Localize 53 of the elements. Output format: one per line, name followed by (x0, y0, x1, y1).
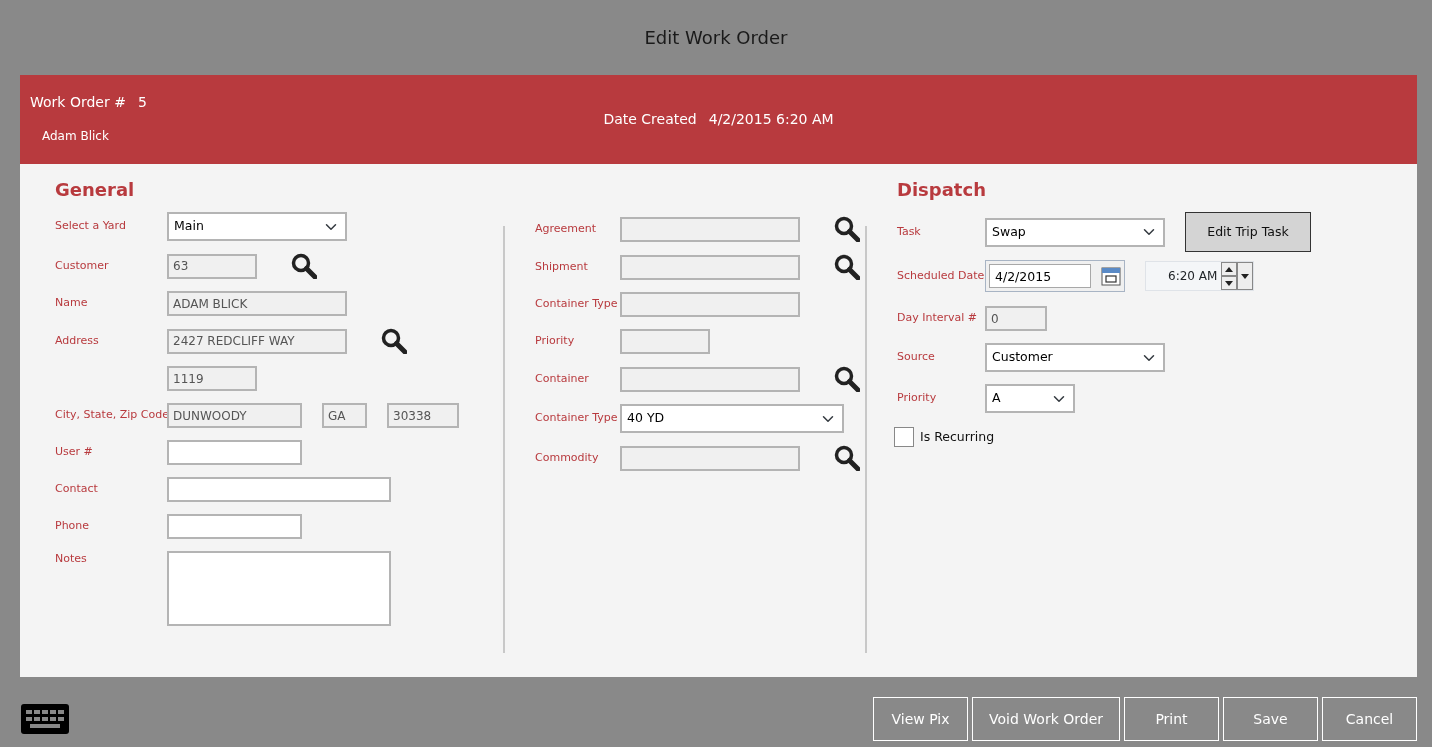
date-created-label: Date Created (603, 110, 697, 129)
footer-button[interactable]: Print (1124, 697, 1219, 741)
dropdown[interactable]: 40 YD (620, 404, 844, 433)
calendar-icon[interactable] (1101, 266, 1121, 286)
time-field[interactable]: 6:20 AM (1145, 261, 1255, 291)
field-label: Container Type (535, 410, 619, 427)
section-heading: General (55, 178, 136, 202)
dropdown[interactable]: Swap (985, 217, 1165, 247)
spin-up-button[interactable] (1221, 262, 1238, 276)
dropdown[interactable]: Customer (985, 343, 1165, 372)
field-label: Scheduled Date (897, 267, 985, 284)
notes-field[interactable] (167, 551, 391, 626)
customer-name: Adam Blick (42, 128, 110, 145)
edit-trip-task-button[interactable]: Edit Trip Task (1185, 212, 1311, 252)
dropdown-button[interactable] (1237, 262, 1254, 290)
field-label: Priority (897, 390, 938, 407)
field-label: Address (55, 332, 100, 349)
dropdown[interactable]: A (985, 384, 1075, 413)
checkbox-label: Is Recurring (920, 427, 995, 446)
field-label: Shipment (535, 258, 589, 275)
footer-button[interactable]: Save (1223, 697, 1318, 741)
field-label: Notes (55, 551, 88, 567)
field-label: Container Type (535, 296, 619, 313)
field-label: Agreement (535, 220, 598, 237)
field-label: Name (55, 295, 89, 312)
input-field[interactable] (167, 440, 302, 465)
spin-down-button[interactable] (1221, 276, 1238, 290)
input-field[interactable] (167, 514, 302, 539)
footer-button[interactable]: Cancel (1322, 697, 1417, 741)
input-field[interactable] (167, 477, 391, 502)
date-created-value: 4/2/2015 6:20 AM (708, 110, 834, 129)
footer-button[interactable]: Void Work Order (972, 697, 1120, 741)
field-label: Priority (535, 333, 576, 350)
field-label: User # (55, 444, 94, 461)
field-label: Container (535, 370, 590, 387)
field-label: City, State, Zip Code (55, 407, 167, 424)
dialog-title: Edit Work Order (643, 26, 789, 50)
dropdown[interactable]: Main (167, 212, 347, 241)
field-label: Select a Yard (55, 218, 127, 235)
date-field[interactable]: 4/2/2015 (989, 264, 1091, 288)
field-label: Source (897, 349, 936, 366)
field-label: Phone (55, 518, 91, 535)
footer-button[interactable]: View Pix (873, 697, 969, 741)
section-heading: Dispatch (897, 178, 987, 202)
field-label: Contact (55, 481, 99, 498)
field-label: Customer (55, 257, 110, 274)
keyboard-icon[interactable] (20, 703, 70, 735)
field-label: Day Interval # (897, 310, 979, 327)
work-order-number: 5 (137, 93, 147, 112)
checkbox[interactable] (894, 427, 914, 447)
field-label: Commodity (535, 449, 600, 466)
work-order-label: Work Order # (30, 93, 126, 112)
field-label: Task (897, 223, 922, 240)
